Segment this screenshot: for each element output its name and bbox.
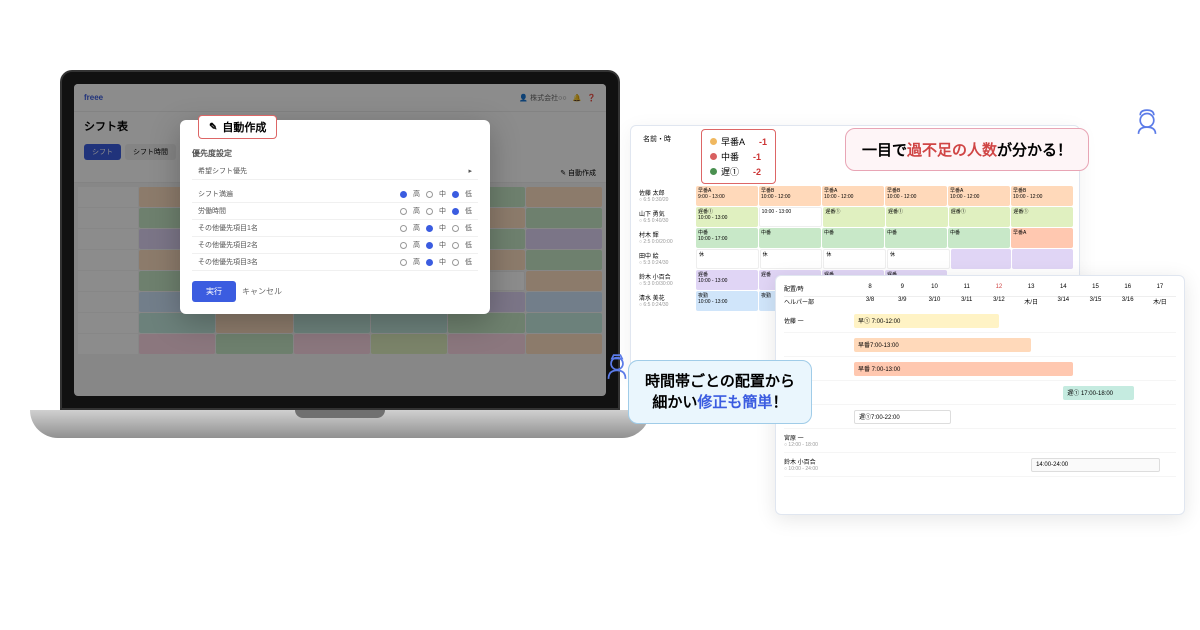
wand-icon: ✎ <box>209 122 217 133</box>
auto-create-modal: ✎ 自動作成 優先度設定 希望シフト優先 ▸ シフト満遍 高 中 低 労働時間 … <box>180 120 490 314</box>
shortage-legend: 早番A-1 中番-1 遅①-2 <box>701 129 776 184</box>
nurse-icon <box>600 350 634 384</box>
tab-shift-time[interactable]: シフト時間 <box>125 144 176 160</box>
help-icon[interactable]: ❓ <box>587 94 596 102</box>
dot-icon <box>710 153 717 160</box>
app-logo: freee <box>84 93 103 102</box>
dot-icon <box>710 138 717 145</box>
shift-cell[interactable]: 早番A9:00 - 13:00 <box>696 186 758 206</box>
cancel-button[interactable]: キャンセル <box>242 281 282 302</box>
shift-bar[interactable]: 遅①7:00-22:00 <box>854 410 951 424</box>
modal-field[interactable]: その他優先項目1名 高 中 低 <box>192 220 478 237</box>
modal-title: ✎ 自動作成 <box>198 115 277 139</box>
shift-bar[interactable]: 早① 7:00-12:00 <box>854 314 999 328</box>
auto-create-link[interactable]: ✎ 自動作成 <box>560 168 596 178</box>
timeline-row[interactable]: 早番7:00-13:00 <box>784 333 1176 357</box>
timeline-row[interactable]: 早退外 早番 7:00-13:00 <box>784 357 1176 381</box>
col-name: 名前・時 <box>643 134 683 144</box>
modal-field[interactable]: その他優先項目2名 高 中 低 <box>192 237 478 254</box>
shift-bar[interactable]: 遅① 17:00-18:00 <box>1063 386 1134 400</box>
timeline-row[interactable]: 宮原 一○ 12:00 - 18:00 <box>784 429 1176 453</box>
modal-field[interactable]: シフト満遍 高 中 低 <box>192 186 478 203</box>
laptop-base <box>30 410 650 438</box>
timeline-header: 配置/時 8 9 10 11 12 13 14 15 16 17 <box>784 284 1176 297</box>
shift-bar[interactable]: 早番7:00-13:00 <box>854 338 1031 352</box>
radio-low[interactable] <box>452 191 459 198</box>
timeline-row[interactable]: 遅① 17:00-18:00 <box>784 381 1176 405</box>
chef-icon <box>1130 105 1164 139</box>
app-header: freee 👤 株式会社○○ 🔔 ❓ <box>74 84 606 112</box>
tab-shift[interactable]: シフト <box>84 144 121 160</box>
modal-section-label: 優先度設定 <box>192 148 478 159</box>
modal-field[interactable]: 労働時間 高 中 低 <box>192 203 478 220</box>
callout-edit: 時間帯ごとの配置から 細かい修正も簡単！ <box>628 360 812 424</box>
user-badge[interactable]: 👤 株式会社○○ <box>519 93 566 103</box>
timeline-row[interactable]: 遅①7:00-22:00 <box>784 405 1176 429</box>
radio-high[interactable] <box>400 191 407 198</box>
shift-bar[interactable]: 早番 7:00-13:00 <box>854 362 1073 376</box>
modal-field[interactable]: 希望シフト優先 ▸ <box>192 163 478 180</box>
modal-field[interactable]: その他優先項目3名 高 中 低 <box>192 254 478 271</box>
timeline-panel: 配置/時 8 9 10 11 12 13 14 15 16 17 ヘルパー部 3… <box>775 275 1185 515</box>
notification-icon[interactable]: 🔔 <box>573 94 582 102</box>
timeline-row[interactable]: 鈴木 小百合○ 10:00 - 24:00 14:00-24:00 <box>784 453 1176 477</box>
dot-icon <box>710 168 717 175</box>
radio-mid[interactable] <box>426 191 433 198</box>
callout-shortage: 一目で過不足の人数が分かる！ <box>845 128 1089 171</box>
submit-button[interactable]: 実行 <box>192 281 236 302</box>
timeline-row[interactable]: 佐藤 一 早① 7:00-12:00 <box>784 309 1176 333</box>
shift-bar[interactable]: 14:00-24:00 <box>1031 458 1160 472</box>
